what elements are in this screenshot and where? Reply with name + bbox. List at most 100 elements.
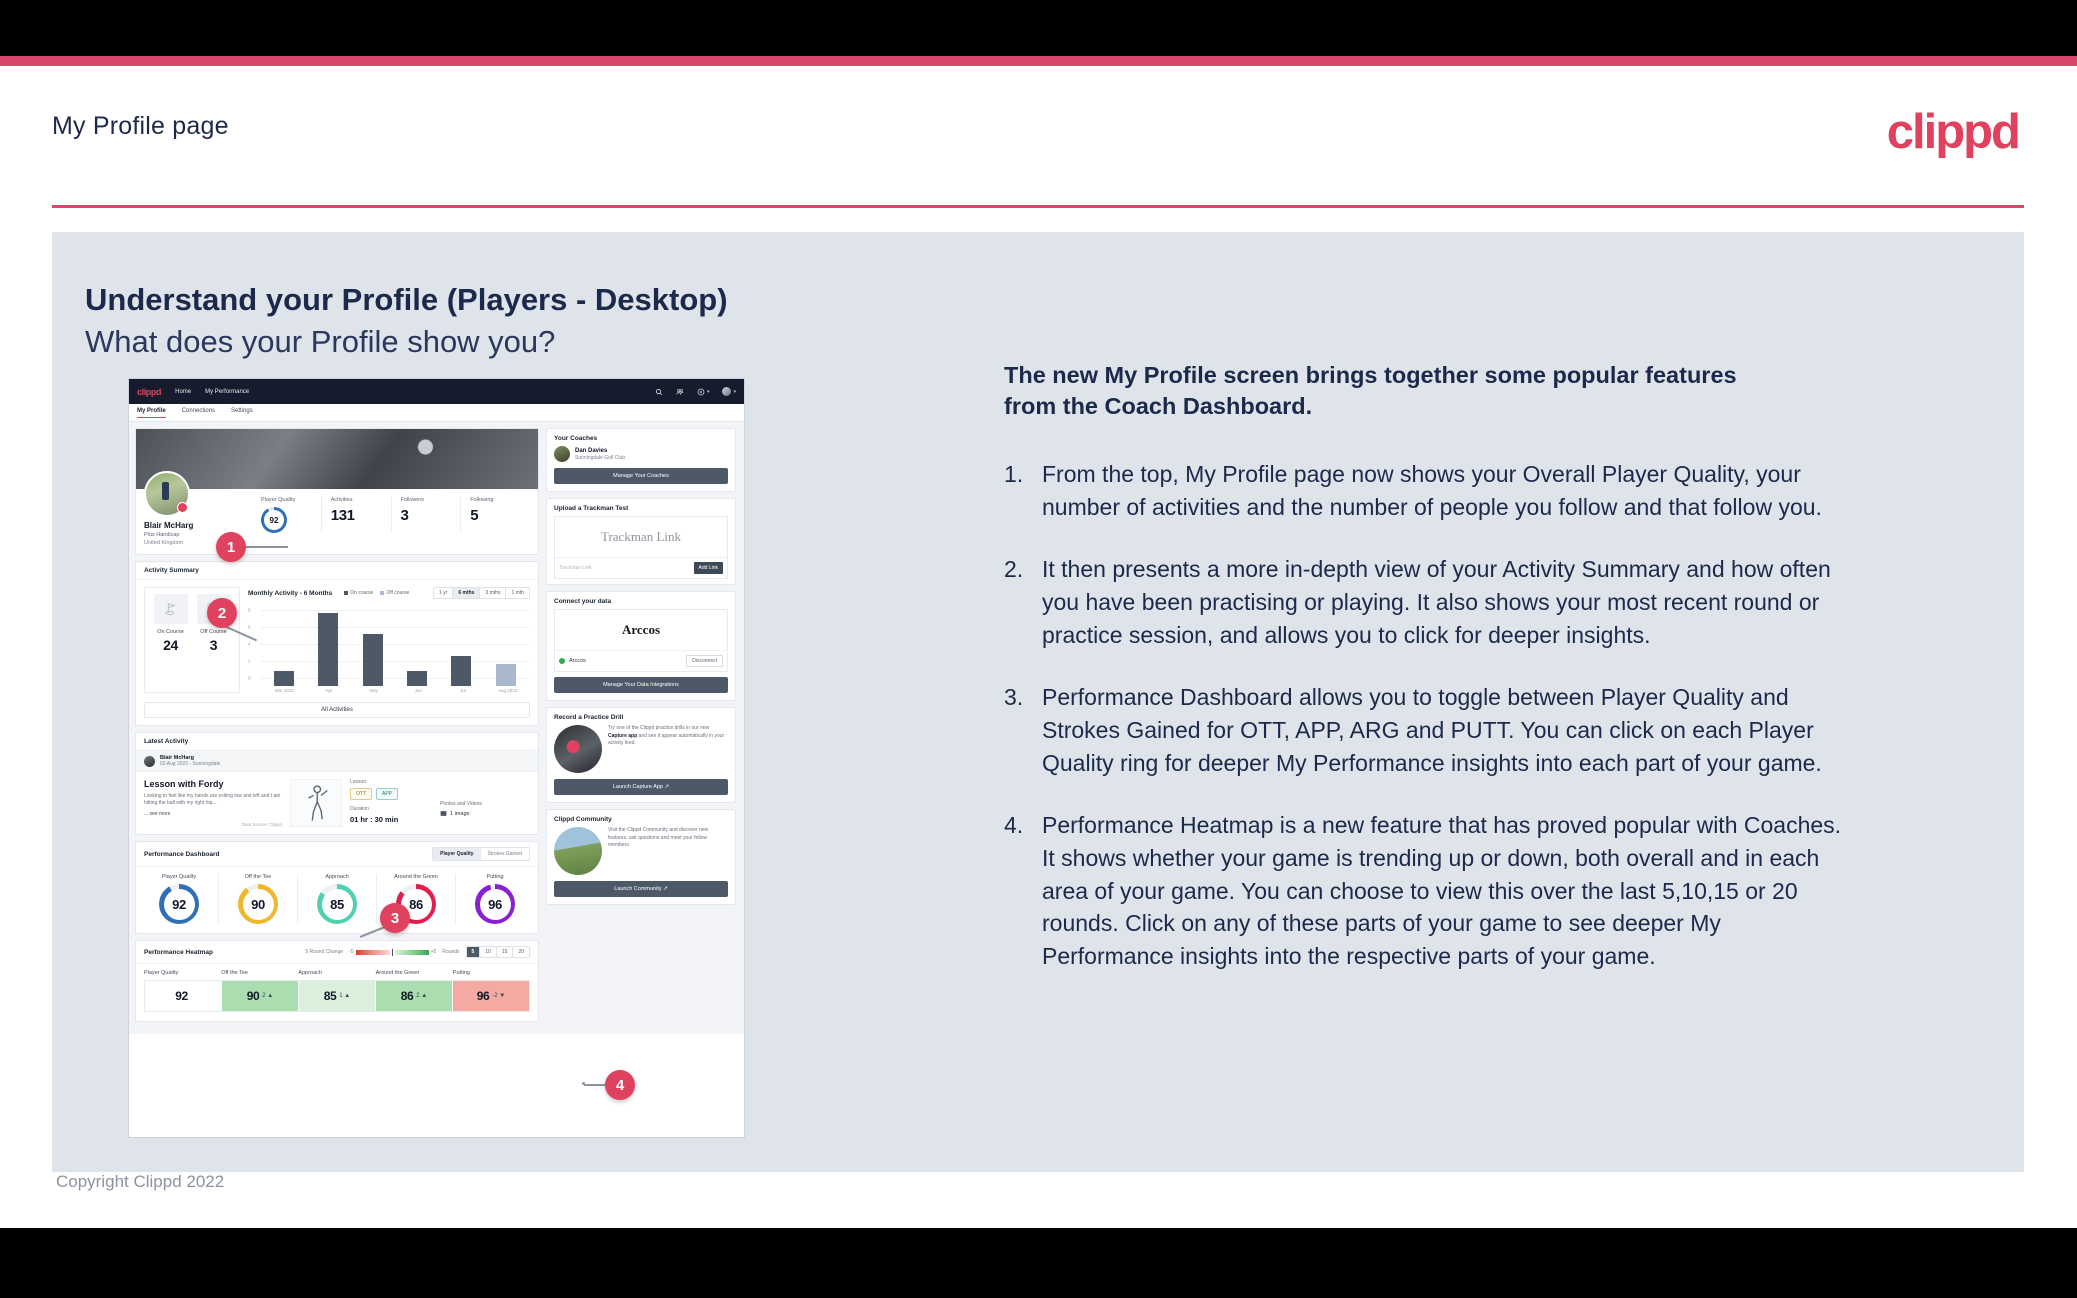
tab-connections[interactable]: Connections: [182, 408, 215, 417]
manage-coaches-button[interactable]: Manage Your Coaches: [554, 468, 728, 484]
range-3mths[interactable]: 3 mths: [479, 588, 505, 598]
heatmap-delta: -2 ▼: [492, 993, 506, 999]
ytick-8: 8: [248, 607, 251, 613]
toggle-strokes-gained[interactable]: Strokes Gained: [481, 848, 529, 860]
rounds-20[interactable]: 20: [512, 947, 529, 957]
avatar-icon[interactable]: [722, 387, 732, 396]
bar-may[interactable]: [362, 634, 383, 686]
all-activities-button[interactable]: All Activities: [144, 702, 530, 718]
xlabel: May: [369, 688, 378, 693]
trackman-upload-card: Upload a Trackman Test Trackman Link Tra…: [546, 498, 736, 585]
bar-jul[interactable]: [451, 656, 472, 686]
author-avatar[interactable]: [144, 755, 155, 767]
launch-community-button[interactable]: Launch Community ↗: [554, 881, 728, 897]
stat-value: 5: [470, 507, 479, 524]
ring-gauge[interactable]: 92: [159, 884, 199, 924]
lead-paragraph: The new My Profile screen brings togethe…: [1004, 362, 1737, 420]
ring-putting[interactable]: Putting 96: [455, 874, 534, 924]
ring-gauge[interactable]: 96: [475, 884, 515, 924]
stat-followers[interactable]: Followers 3: [390, 497, 461, 533]
tab-settings[interactable]: Settings: [231, 408, 253, 417]
stat-activities[interactable]: Activities 131: [320, 497, 391, 533]
heatmap-head-off-the-tee: Off the Tee: [221, 970, 248, 976]
bar-jun[interactable]: [407, 671, 428, 686]
connected-status-icon: [559, 658, 565, 664]
add-circle-icon[interactable]: [697, 388, 705, 396]
performance-dashboard-title: Performance Dashboard: [144, 850, 220, 858]
launch-capture-app-button[interactable]: Launch Capture App ↗: [554, 779, 728, 795]
bar-mar-2022[interactable]: [274, 671, 295, 686]
ring-gauge[interactable]: 90: [238, 884, 278, 924]
toggle-player-quality[interactable]: Player Quality: [433, 848, 481, 860]
ring-gauge[interactable]: 85: [317, 884, 357, 924]
list-item: 2. It then presents a more in-depth view…: [1004, 553, 1844, 651]
ring-player-quality[interactable]: Player Quality 92: [140, 874, 218, 924]
chevron-down-icon[interactable]: ▾: [707, 389, 710, 395]
heatmap-cell-off-the-tee[interactable]: 90 2 ▲: [221, 981, 298, 1011]
performance-dashboard-card: Performance Dashboard Player Quality Str…: [135, 841, 539, 934]
add-circle-group[interactable]: ▾: [697, 388, 710, 396]
people-icon[interactable]: [676, 388, 684, 396]
xlabel: Aug 2022: [497, 688, 518, 693]
latest-activity-card: Latest Activity Blair McHarg 03 Aug 2022…: [135, 732, 539, 835]
search-icon[interactable]: [655, 388, 663, 396]
ring-approach[interactable]: Approach 85: [297, 874, 376, 924]
ytick-2: 2: [248, 658, 251, 664]
nav-icons: ▾ ▾: [655, 387, 736, 396]
avatar[interactable]: [144, 471, 190, 517]
rounds-15[interactable]: 15: [495, 947, 513, 957]
practice-drill-card: Record a Practice Drill Try one of the C…: [546, 707, 736, 803]
nav-link-home[interactable]: Home: [175, 389, 191, 395]
avatar-photo: [162, 482, 169, 500]
heatmap-scale: -5 +5: [349, 948, 436, 956]
slide: My Profile page clippd Understand your P…: [0, 0, 2077, 1298]
account-group[interactable]: ▾: [722, 387, 736, 396]
app-logo[interactable]: clippd: [137, 387, 162, 397]
xlabel: Jul: [460, 688, 466, 693]
heatmap-controls: 5 Round Change -5 +5 Rounds 5 10 15 20: [305, 946, 530, 958]
range-6mths[interactable]: 6 mths: [452, 588, 480, 598]
bar-apr[interactable]: [318, 613, 339, 686]
heatmap-cell-player-quality[interactable]: 92: [145, 981, 221, 1011]
activity-summary-card: Activity Summary On Course 24 Off Course…: [135, 561, 539, 726]
see-more-link[interactable]: ... see more: [144, 811, 282, 817]
range-1yr[interactable]: 1 yr: [434, 588, 452, 598]
nav-link-my-performance[interactable]: My Performance: [205, 389, 249, 395]
manage-data-integrations-button[interactable]: Manage Your Data Integrations: [554, 677, 728, 693]
capture-app-bold: Capture app: [608, 732, 638, 739]
coach-row[interactable]: Dan Davies Sunningdale Golf Club: [547, 446, 735, 468]
edit-avatar-icon[interactable]: [177, 502, 188, 513]
chip-ott[interactable]: OTT: [350, 788, 372, 800]
ring-off-the-tee[interactable]: Off the Tee 90: [218, 874, 297, 924]
activity-thumbnail[interactable]: [290, 779, 342, 827]
xlabel: Jun: [414, 688, 422, 693]
bar-aug-2022[interactable]: [495, 664, 516, 686]
heatmap-cell-approach[interactable]: 85 1 ▲: [298, 981, 375, 1011]
trackman-link-input[interactable]: Trackman Link: [559, 565, 694, 571]
list-item-text: From the top, My Profile page now shows …: [1042, 461, 1822, 520]
trackman-box: Trackman Link Trackman Link Add Link: [554, 516, 728, 579]
heatmap-cell-putting[interactable]: 96 -2 ▼: [452, 981, 529, 1011]
legend-swatch: [380, 591, 385, 595]
bottom-letterbox: [0, 1228, 2077, 1298]
stat-following[interactable]: Following 5: [460, 497, 530, 533]
disconnect-button[interactable]: Disconnect: [686, 655, 723, 667]
rounds-5[interactable]: 5: [466, 947, 480, 957]
activity-title[interactable]: Lesson with Fordy: [144, 779, 282, 789]
heatmap-value: 96: [476, 989, 490, 1003]
xlabel: Mar 2022: [274, 688, 294, 693]
rounds-10[interactable]: 10: [479, 947, 496, 957]
activity-description: Looking to feel like my hands are exitin…: [144, 793, 281, 807]
scale-positive-gradient: [394, 949, 429, 955]
chevron-down-icon[interactable]: ▾: [733, 389, 736, 395]
top-accent-bar: [0, 56, 2077, 66]
capture-app-thumbnail: [554, 725, 602, 773]
coach-avatar: [554, 446, 570, 462]
tab-my-profile[interactable]: My Profile: [137, 408, 166, 418]
player-quality-ring[interactable]: 92: [261, 507, 287, 533]
stat-player-quality[interactable]: Player Quality 92: [252, 497, 321, 533]
add-link-button[interactable]: Add Link: [693, 562, 723, 574]
heatmap-cell-around-the-green[interactable]: 86 2 ▲: [375, 981, 452, 1011]
chip-app[interactable]: APP: [376, 788, 399, 800]
range-1mth[interactable]: 1 mth: [505, 588, 529, 598]
